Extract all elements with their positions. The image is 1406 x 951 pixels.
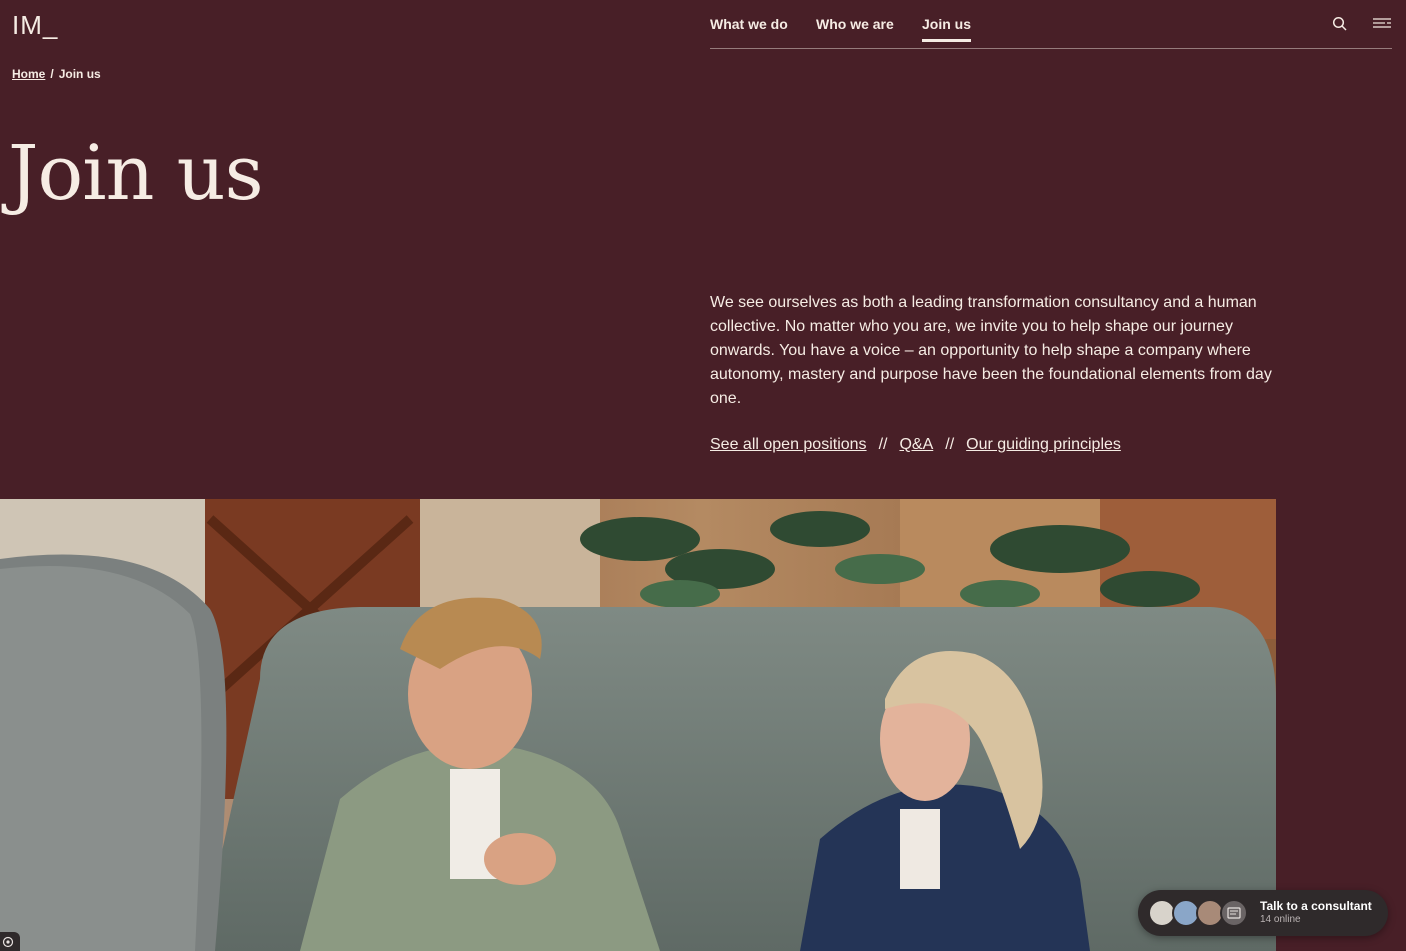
qa-link[interactable]: Q&A (899, 436, 933, 453)
hero-image (0, 499, 1276, 951)
link-divider: // (878, 436, 888, 453)
breadcrumb-home[interactable]: Home (12, 67, 45, 81)
nav-who-we-are[interactable]: Who we are (816, 16, 894, 42)
chat-text: Talk to a consultant 14 online (1260, 899, 1372, 925)
page-title: Join us (8, 128, 264, 217)
main-nav: What we do Who we are Join us (710, 0, 1392, 49)
chat-icon (1220, 899, 1248, 927)
link-divider: // (945, 436, 955, 453)
quick-links: See all open positions // Q&A // Our guiding… (710, 436, 1121, 454)
logo[interactable]: IM_ (12, 10, 58, 41)
nav-join-us[interactable]: Join us (922, 16, 972, 42)
breadcrumb: Home / Join us (12, 67, 101, 81)
talk-to-consultant-widget[interactable]: Talk to a consultant 14 online (1138, 890, 1388, 936)
chat-title: Talk to a consultant (1260, 899, 1372, 913)
open-positions-link[interactable]: See all open positions (710, 436, 867, 453)
intro-text: We see ourselves as both a leading trans… (710, 294, 1272, 407)
breadcrumb-separator: / (50, 67, 54, 81)
guiding-principles-link[interactable]: Our guiding principles (966, 436, 1121, 453)
menu-icon[interactable] (1372, 14, 1392, 34)
chat-status: 14 online (1260, 914, 1301, 925)
cookie-settings-icon[interactable] (0, 932, 20, 951)
nav-what-we-do[interactable]: What we do (710, 16, 788, 42)
search-icon[interactable] (1332, 14, 1352, 34)
breadcrumb-current: Join us (58, 67, 101, 81)
